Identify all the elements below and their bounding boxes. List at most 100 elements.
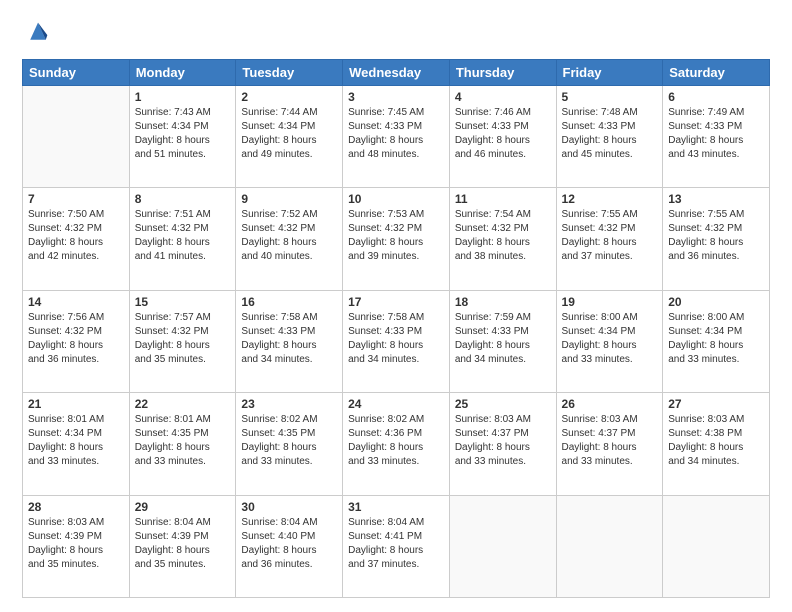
day-number: 8: [135, 192, 231, 206]
calendar-cell: 30 Sunrise: 8:04 AM Sunset: 4:40 PM Dayli…: [236, 495, 343, 597]
day-info: Sunrise: 7:58 AM Sunset: 4:33 PM Dayligh…: [348, 311, 444, 367]
calendar-cell: 1Sunrise: 7:43 AM Sunset: 4:34 PM Daylig…: [129, 86, 236, 188]
day-info: Sunrise: 8:04 AM Sunset: 4:40 PM Dayligh…: [241, 516, 337, 572]
day-number: 20: [668, 295, 764, 309]
day-number: 14: [28, 295, 124, 309]
day-info: Sunrise: 7:45 AM Sunset: 4:33 PM Dayligh…: [348, 106, 444, 162]
day-number: 29: [135, 500, 231, 514]
day-info: Sunrise: 7:55 AM Sunset: 4:32 PM Dayligh…: [668, 208, 764, 264]
day-info: Sunrise: 7:54 AM Sunset: 4:32 PM Dayligh…: [455, 208, 551, 264]
day-number: 24: [348, 397, 444, 411]
page: SundayMondayTuesdayWednesdayThursdayFrid…: [0, 0, 792, 612]
calendar-cell: [449, 495, 556, 597]
day-info: Sunrise: 8:00 AM Sunset: 4:34 PM Dayligh…: [562, 311, 658, 367]
calendar-cell: 25 Sunrise: 8:03 AM Sunset: 4:37 PM Dayli…: [449, 393, 556, 495]
day-info: Sunrise: 8:03 AM Sunset: 4:38 PM Dayligh…: [668, 413, 764, 469]
calendar-cell: 19 Sunrise: 8:00 AM Sunset: 4:34 PM Dayli…: [556, 290, 663, 392]
day-number: 13: [668, 192, 764, 206]
day-number: 21: [28, 397, 124, 411]
day-info: Sunrise: 7:48 AM Sunset: 4:33 PM Dayligh…: [562, 106, 658, 162]
day-number: 25: [455, 397, 551, 411]
day-info: Sunrise: 7:43 AM Sunset: 4:34 PM Dayligh…: [135, 106, 231, 162]
weekday-header-row: SundayMondayTuesdayWednesdayThursdayFrid…: [23, 60, 770, 86]
calendar-cell: 5 Sunrise: 7:48 AM Sunset: 4:33 PM Daylig…: [556, 86, 663, 188]
calendar-week-3: 14 Sunrise: 7:56 AM Sunset: 4:32 PM Dayli…: [23, 290, 770, 392]
calendar-cell: 17 Sunrise: 7:58 AM Sunset: 4:33 PM Dayli…: [343, 290, 450, 392]
day-info: Sunrise: 7:57 AM Sunset: 4:32 PM Dayligh…: [135, 311, 231, 367]
day-number: 18: [455, 295, 551, 309]
day-info: Sunrise: 7:53 AM Sunset: 4:32 PM Dayligh…: [348, 208, 444, 264]
day-number: 17: [348, 295, 444, 309]
day-number: 4: [455, 90, 551, 104]
day-info: Sunrise: 8:00 AM Sunset: 4:34 PM Dayligh…: [668, 311, 764, 367]
calendar-cell: 2 Sunrise: 7:44 AM Sunset: 4:34 PM Daylig…: [236, 86, 343, 188]
day-info: Sunrise: 8:01 AM Sunset: 4:34 PM Dayligh…: [28, 413, 124, 469]
day-info: Sunrise: 8:04 AM Sunset: 4:39 PM Dayligh…: [135, 516, 231, 572]
calendar-week-1: 1Sunrise: 7:43 AM Sunset: 4:34 PM Daylig…: [23, 86, 770, 188]
day-number: 16: [241, 295, 337, 309]
weekday-header-thursday: Thursday: [449, 60, 556, 86]
day-number: 28: [28, 500, 124, 514]
calendar-cell: 7 Sunrise: 7:50 AM Sunset: 4:32 PM Daylig…: [23, 188, 130, 290]
calendar-cell: 6 Sunrise: 7:49 AM Sunset: 4:33 PM Daylig…: [663, 86, 770, 188]
weekday-header-sunday: Sunday: [23, 60, 130, 86]
weekday-header-wednesday: Wednesday: [343, 60, 450, 86]
calendar-cell: [663, 495, 770, 597]
day-number: 7: [28, 192, 124, 206]
header: [22, 18, 770, 51]
day-info: Sunrise: 7:52 AM Sunset: 4:32 PM Dayligh…: [241, 208, 337, 264]
day-number: 12: [562, 192, 658, 206]
day-number: 23: [241, 397, 337, 411]
calendar-cell: 9 Sunrise: 7:52 AM Sunset: 4:32 PM Daylig…: [236, 188, 343, 290]
day-number: 30: [241, 500, 337, 514]
weekday-header-tuesday: Tuesday: [236, 60, 343, 86]
calendar-cell: [23, 86, 130, 188]
day-number: 19: [562, 295, 658, 309]
day-info: Sunrise: 7:56 AM Sunset: 4:32 PM Dayligh…: [28, 311, 124, 367]
day-info: Sunrise: 8:02 AM Sunset: 4:36 PM Dayligh…: [348, 413, 444, 469]
day-number: 11: [455, 192, 551, 206]
calendar-cell: 31Sunrise: 8:04 AM Sunset: 4:41 PM Dayli…: [343, 495, 450, 597]
weekday-header-monday: Monday: [129, 60, 236, 86]
day-number: 26: [562, 397, 658, 411]
weekday-header-saturday: Saturday: [663, 60, 770, 86]
day-info: Sunrise: 8:03 AM Sunset: 4:39 PM Dayligh…: [28, 516, 124, 572]
calendar-cell: 28 Sunrise: 8:03 AM Sunset: 4:39 PM Dayli…: [23, 495, 130, 597]
day-info: Sunrise: 8:03 AM Sunset: 4:37 PM Dayligh…: [562, 413, 658, 469]
calendar-cell: 13 Sunrise: 7:55 AM Sunset: 4:32 PM Dayli…: [663, 188, 770, 290]
day-info: Sunrise: 7:49 AM Sunset: 4:33 PM Dayligh…: [668, 106, 764, 162]
day-info: Sunrise: 7:50 AM Sunset: 4:32 PM Dayligh…: [28, 208, 124, 264]
day-info: Sunrise: 7:51 AM Sunset: 4:32 PM Dayligh…: [135, 208, 231, 264]
calendar-cell: 10 Sunrise: 7:53 AM Sunset: 4:32 PM Dayli…: [343, 188, 450, 290]
day-info: Sunrise: 7:59 AM Sunset: 4:33 PM Dayligh…: [455, 311, 551, 367]
calendar-table: SundayMondayTuesdayWednesdayThursdayFrid…: [22, 59, 770, 598]
calendar-cell: 15Sunrise: 7:57 AM Sunset: 4:32 PM Dayli…: [129, 290, 236, 392]
calendar-cell: 18 Sunrise: 7:59 AM Sunset: 4:33 PM Dayli…: [449, 290, 556, 392]
day-number: 3: [348, 90, 444, 104]
day-info: Sunrise: 7:46 AM Sunset: 4:33 PM Dayligh…: [455, 106, 551, 162]
day-number: 10: [348, 192, 444, 206]
day-number: 6: [668, 90, 764, 104]
day-number: 2: [241, 90, 337, 104]
day-info: Sunrise: 8:01 AM Sunset: 4:35 PM Dayligh…: [135, 413, 231, 469]
calendar-week-4: 21 Sunrise: 8:01 AM Sunset: 4:34 PM Dayli…: [23, 393, 770, 495]
calendar-week-5: 28 Sunrise: 8:03 AM Sunset: 4:39 PM Dayli…: [23, 495, 770, 597]
weekday-header-friday: Friday: [556, 60, 663, 86]
day-info: Sunrise: 8:03 AM Sunset: 4:37 PM Dayligh…: [455, 413, 551, 469]
day-info: Sunrise: 7:44 AM Sunset: 4:34 PM Dayligh…: [241, 106, 337, 162]
calendar-cell: 23 Sunrise: 8:02 AM Sunset: 4:35 PM Dayli…: [236, 393, 343, 495]
calendar-cell: 24 Sunrise: 8:02 AM Sunset: 4:36 PM Dayli…: [343, 393, 450, 495]
calendar-cell: 4 Sunrise: 7:46 AM Sunset: 4:33 PM Daylig…: [449, 86, 556, 188]
day-number: 9: [241, 192, 337, 206]
logo-icon: [24, 18, 52, 46]
calendar-cell: 11 Sunrise: 7:54 AM Sunset: 4:32 PM Dayli…: [449, 188, 556, 290]
day-number: 27: [668, 397, 764, 411]
calendar-cell: 3 Sunrise: 7:45 AM Sunset: 4:33 PM Daylig…: [343, 86, 450, 188]
calendar-cell: 29 Sunrise: 8:04 AM Sunset: 4:39 PM Dayli…: [129, 495, 236, 597]
day-info: Sunrise: 8:02 AM Sunset: 4:35 PM Dayligh…: [241, 413, 337, 469]
calendar-cell: [556, 495, 663, 597]
day-number: 5: [562, 90, 658, 104]
day-info: Sunrise: 7:55 AM Sunset: 4:32 PM Dayligh…: [562, 208, 658, 264]
day-info: Sunrise: 7:58 AM Sunset: 4:33 PM Dayligh…: [241, 311, 337, 367]
calendar-cell: 12 Sunrise: 7:55 AM Sunset: 4:32 PM Dayli…: [556, 188, 663, 290]
